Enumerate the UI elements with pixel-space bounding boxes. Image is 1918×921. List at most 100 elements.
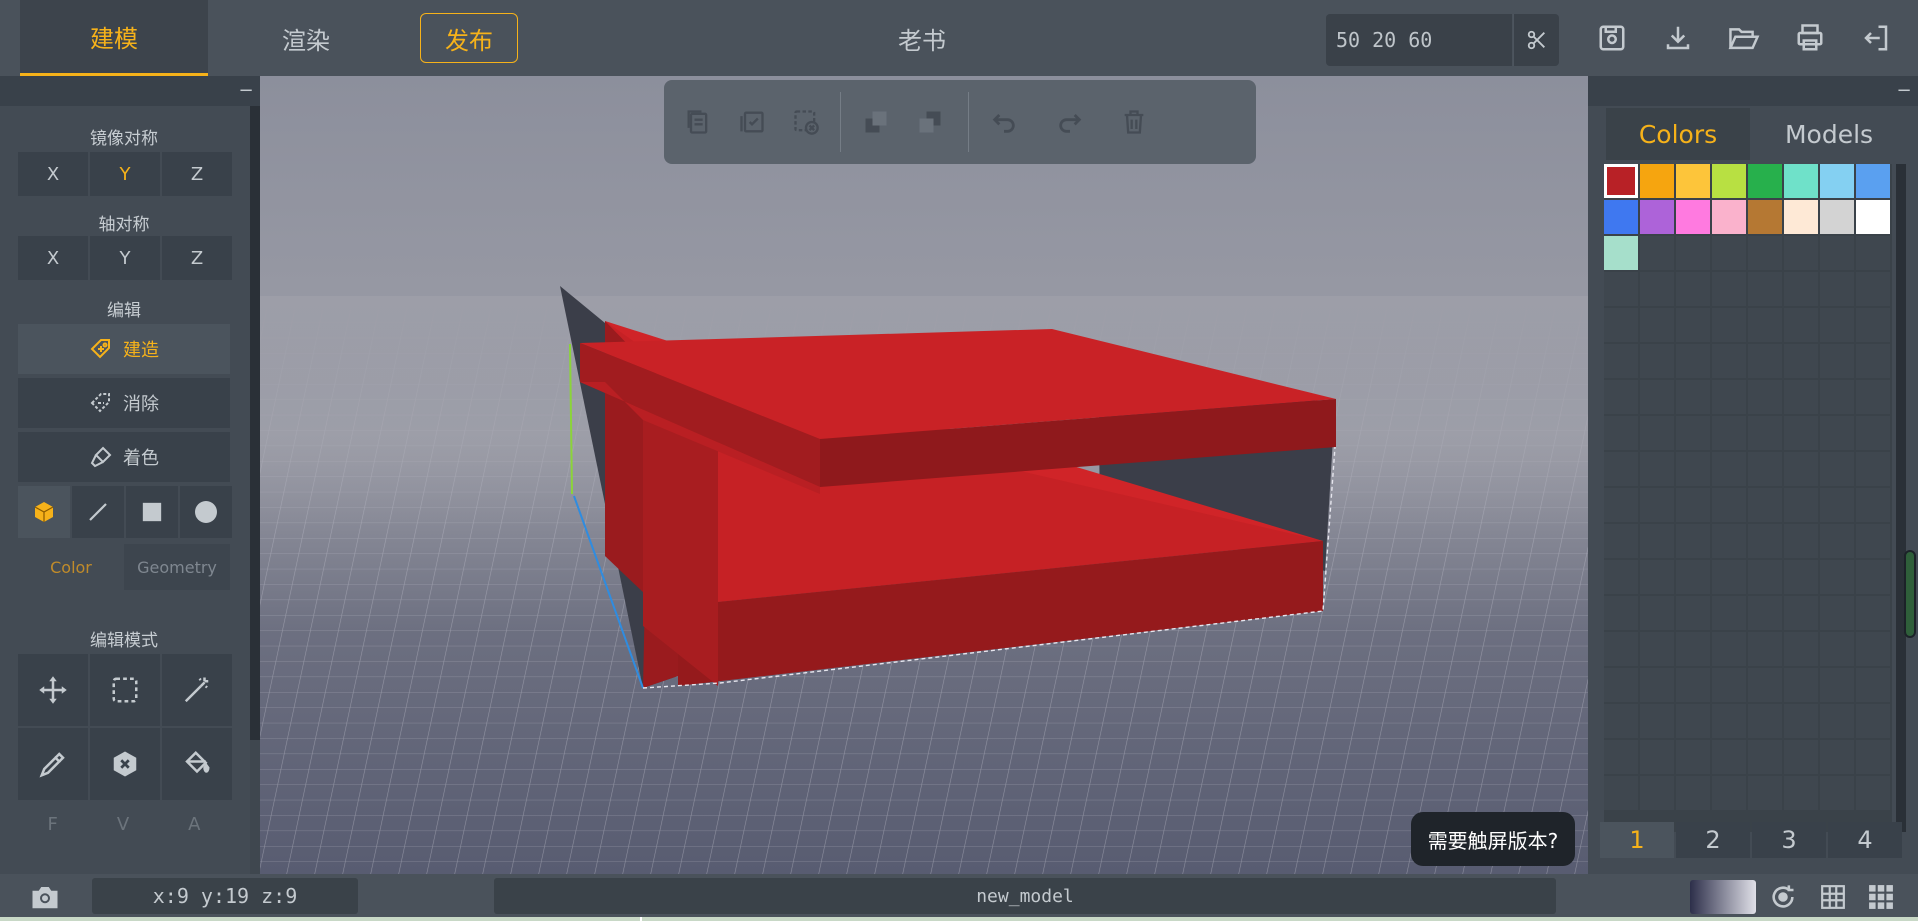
empty-swatch-slot[interactable] (1712, 380, 1746, 414)
screenshot-button[interactable] (28, 882, 62, 912)
toggle-voxel-grid-button[interactable] (1864, 880, 1898, 914)
empty-swatch-slot[interactable] (1748, 632, 1782, 666)
empty-swatch-slot[interactable] (1748, 416, 1782, 450)
empty-swatch-slot[interactable] (1820, 524, 1854, 558)
empty-swatch-slot[interactable] (1712, 344, 1746, 378)
right-panel-collapse-button[interactable]: − (1894, 80, 1914, 101)
model-name-field[interactable]: new_model (494, 878, 1556, 914)
empty-swatch-slot[interactable] (1640, 272, 1674, 306)
empty-swatch-slot[interactable] (1856, 380, 1890, 414)
size-input[interactable]: 50 20 60 (1326, 14, 1512, 66)
left-panel-collapse-button[interactable]: − (236, 80, 256, 101)
empty-swatch-slot[interactable] (1640, 740, 1674, 774)
empty-swatch-slot[interactable] (1856, 704, 1890, 738)
shape-square-button[interactable] (126, 486, 178, 538)
empty-swatch-slot[interactable] (1676, 308, 1710, 342)
empty-swatch-slot[interactable] (1640, 560, 1674, 594)
mirror-x-button[interactable]: X (18, 152, 88, 196)
shape-circle-button[interactable] (180, 486, 232, 538)
empty-swatch-slot[interactable] (1856, 560, 1890, 594)
empty-swatch-slot[interactable] (1604, 488, 1638, 522)
empty-swatch-slot[interactable] (1676, 488, 1710, 522)
empty-swatch-slot[interactable] (1676, 740, 1710, 774)
empty-swatch-slot[interactable] (1856, 308, 1890, 342)
empty-swatch-slot[interactable] (1784, 236, 1818, 270)
empty-swatch-slot[interactable] (1604, 452, 1638, 486)
send-back-button[interactable] (908, 100, 952, 144)
empty-swatch-slot[interactable] (1820, 272, 1854, 306)
tab-render[interactable]: 渲染 (228, 0, 384, 76)
empty-swatch-slot[interactable] (1640, 596, 1674, 630)
empty-swatch-slot[interactable] (1604, 560, 1638, 594)
empty-swatch-slot[interactable] (1784, 452, 1818, 486)
empty-swatch-slot[interactable] (1820, 380, 1854, 414)
empty-swatch-slot[interactable] (1748, 704, 1782, 738)
touch-version-prompt[interactable]: 需要触屏版本? (1411, 812, 1575, 866)
resize-button[interactable] (1513, 14, 1559, 66)
empty-swatch-slot[interactable] (1748, 776, 1782, 810)
delete-voxel-tool-button[interactable] (90, 728, 160, 800)
color-swatch[interactable] (1640, 200, 1674, 234)
empty-swatch-slot[interactable] (1676, 272, 1710, 306)
color-swatch[interactable] (1748, 164, 1782, 198)
empty-swatch-slot[interactable] (1712, 740, 1746, 774)
paint-tool-button[interactable]: 着色 (18, 432, 230, 482)
empty-swatch-slot[interactable] (1820, 668, 1854, 702)
empty-swatch-slot[interactable] (1676, 344, 1710, 378)
empty-swatch-slot[interactable] (1820, 344, 1854, 378)
color-swatch[interactable] (1820, 200, 1854, 234)
empty-swatch-slot[interactable] (1748, 308, 1782, 342)
empty-swatch-slot[interactable] (1820, 740, 1854, 774)
empty-swatch-slot[interactable] (1748, 740, 1782, 774)
empty-swatch-slot[interactable] (1676, 416, 1710, 450)
paste-button[interactable] (730, 100, 774, 144)
empty-swatch-slot[interactable] (1712, 560, 1746, 594)
empty-swatch-slot[interactable] (1640, 308, 1674, 342)
empty-swatch-slot[interactable] (1604, 380, 1638, 414)
empty-swatch-slot[interactable] (1784, 488, 1818, 522)
print-button[interactable] (1790, 18, 1830, 58)
empty-swatch-slot[interactable] (1604, 740, 1638, 774)
empty-swatch-slot[interactable] (1640, 632, 1674, 666)
empty-swatch-slot[interactable] (1748, 596, 1782, 630)
empty-swatch-slot[interactable] (1784, 704, 1818, 738)
empty-swatch-slot[interactable] (1712, 416, 1746, 450)
empty-swatch-slot[interactable] (1784, 668, 1818, 702)
empty-swatch-slot[interactable] (1712, 776, 1746, 810)
tab-geometry-mode[interactable]: Geometry (124, 544, 230, 590)
tab-colors[interactable]: Colors (1606, 108, 1750, 160)
delete-button[interactable] (1112, 100, 1156, 144)
erase-tool-button[interactable]: 消除 (18, 378, 230, 428)
empty-swatch-slot[interactable] (1856, 272, 1890, 306)
color-swatch[interactable] (1604, 200, 1638, 234)
empty-swatch-slot[interactable] (1820, 632, 1854, 666)
empty-swatch-slot[interactable] (1604, 524, 1638, 558)
open-folder-button[interactable] (1724, 18, 1764, 58)
fill-bucket-tool-button[interactable] (162, 728, 232, 800)
empty-swatch-slot[interactable] (1676, 596, 1710, 630)
empty-swatch-slot[interactable] (1712, 452, 1746, 486)
copy-button[interactable] (676, 100, 720, 144)
publish-button[interactable]: 发布 (420, 13, 518, 63)
shape-line-button[interactable] (72, 486, 124, 538)
empty-swatch-slot[interactable] (1856, 740, 1890, 774)
eyedropper-tool-button[interactable] (18, 728, 88, 800)
empty-swatch-slot[interactable] (1856, 236, 1890, 270)
voxel-scene[interactable] (260, 76, 1588, 874)
empty-swatch-slot[interactable] (1712, 272, 1746, 306)
empty-swatch-slot[interactable] (1856, 596, 1890, 630)
empty-swatch-slot[interactable] (1856, 452, 1890, 486)
empty-swatch-slot[interactable] (1820, 416, 1854, 450)
empty-swatch-slot[interactable] (1604, 416, 1638, 450)
empty-swatch-slot[interactable] (1604, 272, 1638, 306)
color-swatch[interactable] (1676, 200, 1710, 234)
empty-swatch-slot[interactable] (1748, 560, 1782, 594)
empty-swatch-slot[interactable] (1748, 236, 1782, 270)
empty-swatch-slot[interactable] (1640, 704, 1674, 738)
color-swatch[interactable] (1640, 164, 1674, 198)
empty-swatch-slot[interactable] (1640, 452, 1674, 486)
color-swatch[interactable] (1784, 200, 1818, 234)
select-box-tool-button[interactable] (90, 654, 160, 726)
empty-swatch-slot[interactable] (1784, 416, 1818, 450)
empty-swatch-slot[interactable] (1748, 380, 1782, 414)
